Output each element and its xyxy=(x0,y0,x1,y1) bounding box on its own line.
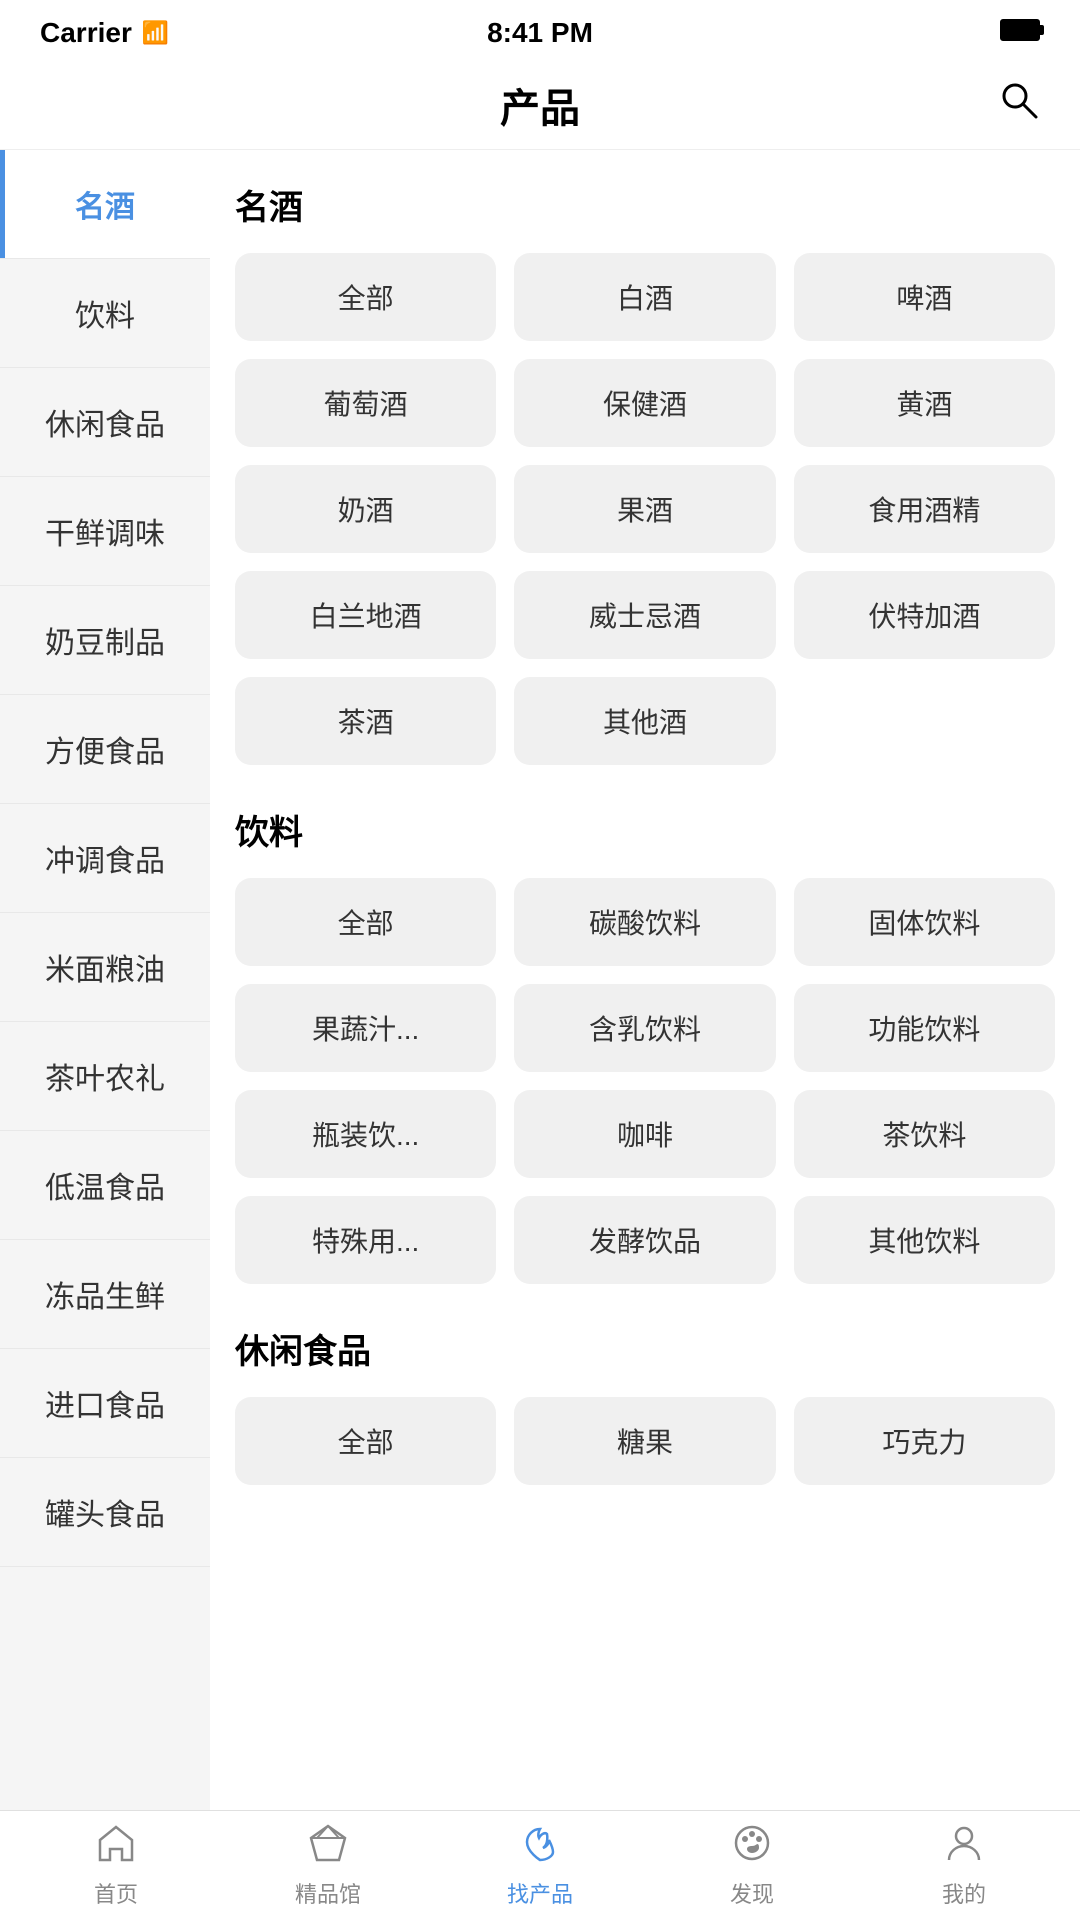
tag-qitayinliao[interactable]: 其他饮料 xyxy=(794,1196,1055,1284)
tag-qitajiu[interactable]: 其他酒 xyxy=(514,677,775,765)
sidebar-item-dongpin[interactable]: 冻品生鲜 xyxy=(0,1240,210,1349)
tag-gongneng[interactable]: 功能饮料 xyxy=(794,984,1055,1072)
home-icon xyxy=(95,1822,137,1871)
tags-grid-mingjiu: 全部 白酒 啤酒 葡萄酒 保健酒 黄酒 奶酒 果酒 食用酒精 白兰地酒 威士忌酒… xyxy=(235,253,1055,765)
content-area: 名酒 全部 白酒 啤酒 葡萄酒 保健酒 黄酒 奶酒 果酒 食用酒精 白兰地酒 威… xyxy=(210,150,1080,1810)
tab-mine[interactable]: 我的 xyxy=(858,1822,1070,1909)
tag-chayinliao[interactable]: 茶饮料 xyxy=(794,1090,1055,1178)
tag-qiaokeli[interactable]: 巧克力 xyxy=(794,1397,1055,1485)
tag-huangjiu[interactable]: 黄酒 xyxy=(794,359,1055,447)
tag-futejia[interactable]: 伏特加酒 xyxy=(794,571,1055,659)
tag-putaojiu[interactable]: 葡萄酒 xyxy=(235,359,496,447)
tab-home[interactable]: 首页 xyxy=(10,1822,222,1909)
tag-bailandi[interactable]: 白兰地酒 xyxy=(235,571,496,659)
category-title-xiuxian: 休闲食品 xyxy=(235,1324,1055,1373)
tag-teshu[interactable]: 特殊用... xyxy=(235,1196,496,1284)
tag-chajiu[interactable]: 茶酒 xyxy=(235,677,496,765)
tag-baijiu[interactable]: 白酒 xyxy=(514,253,775,341)
category-title-mingjiu: 名酒 xyxy=(235,180,1055,229)
tab-boutique[interactable]: 精品馆 xyxy=(222,1822,434,1909)
tag-guojiu[interactable]: 果酒 xyxy=(514,465,775,553)
sidebar-item-chaye[interactable]: 茶叶农礼 xyxy=(0,1022,210,1131)
tag-yinliao-quanbu[interactable]: 全部 xyxy=(235,878,496,966)
sidebar-item-mimian[interactable]: 米面粮油 xyxy=(0,913,210,1022)
sidebar-item-naidou[interactable]: 奶豆制品 xyxy=(0,586,210,695)
sidebar-item-diwen[interactable]: 低温食品 xyxy=(0,1131,210,1240)
tag-pinzhuang[interactable]: 瓶装饮... xyxy=(235,1090,496,1178)
status-time: 8:41 PM xyxy=(487,17,593,49)
tab-boutique-label: 精品馆 xyxy=(295,1877,361,1909)
sidebar-item-mingjiu[interactable]: 名酒 xyxy=(0,150,210,259)
tag-baojian[interactable]: 保健酒 xyxy=(514,359,775,447)
tag-pijiu[interactable]: 啤酒 xyxy=(794,253,1055,341)
sidebar-item-ganxian[interactable]: 干鲜调味 xyxy=(0,477,210,586)
sidebar: 名酒 饮料 休闲食品 干鲜调味 奶豆制品 方便食品 冲调食品 米面粮油 茶叶农礼… xyxy=(0,150,210,1810)
tag-fajiao[interactable]: 发酵饮品 xyxy=(514,1196,775,1284)
tab-bar: 首页 精品馆 找产品 xyxy=(0,1810,1080,1920)
diamond-icon xyxy=(307,1822,349,1871)
tag-tansuanyinliao[interactable]: 碳酸饮料 xyxy=(514,878,775,966)
category-yinliao: 饮料 全部 碳酸饮料 固体饮料 果蔬汁... 含乳饮料 功能饮料 瓶装饮... … xyxy=(235,805,1055,1284)
tab-mine-label: 我的 xyxy=(942,1877,986,1909)
wifi-icon: 📶 xyxy=(142,20,169,46)
sidebar-item-guantou[interactable]: 罐头食品 xyxy=(0,1458,210,1567)
person-icon xyxy=(943,1822,985,1871)
tab-home-label: 首页 xyxy=(94,1877,138,1909)
sidebar-item-xiuxian[interactable]: 休闲食品 xyxy=(0,368,210,477)
tag-guti[interactable]: 固体饮料 xyxy=(794,878,1055,966)
tag-xiuxian-quanbu[interactable]: 全部 xyxy=(235,1397,496,1485)
tags-grid-yinliao: 全部 碳酸饮料 固体饮料 果蔬汁... 含乳饮料 功能饮料 瓶装饮... 咖啡 … xyxy=(235,878,1055,1284)
sidebar-item-fangbian[interactable]: 方便食品 xyxy=(0,695,210,804)
tag-quanbu[interactable]: 全部 xyxy=(235,253,496,341)
page-title: 产品 xyxy=(500,76,580,134)
fire-icon xyxy=(519,1822,561,1871)
sidebar-item-chongtiao[interactable]: 冲调食品 xyxy=(0,804,210,913)
tab-discover[interactable]: 发现 xyxy=(646,1822,858,1909)
status-bar: Carrier 📶 8:41 PM xyxy=(0,0,1080,60)
tag-guoshuzhi[interactable]: 果蔬汁... xyxy=(235,984,496,1072)
tags-grid-xiuxian: 全部 糖果 巧克力 xyxy=(235,1397,1055,1485)
battery-icon xyxy=(1000,19,1040,48)
tag-weishiji[interactable]: 威士忌酒 xyxy=(514,571,775,659)
tab-products[interactable]: 找产品 xyxy=(434,1822,646,1909)
sidebar-item-jinkou[interactable]: 进口食品 xyxy=(0,1349,210,1458)
sidebar-item-yinliao[interactable]: 饮料 xyxy=(0,259,210,368)
tag-tangguo[interactable]: 糖果 xyxy=(514,1397,775,1485)
tag-kafei[interactable]: 咖啡 xyxy=(514,1090,775,1178)
category-xiuxian: 休闲食品 全部 糖果 巧克力 xyxy=(235,1324,1055,1485)
tag-naijiu[interactable]: 奶酒 xyxy=(235,465,496,553)
tag-shiyong[interactable]: 食用酒精 xyxy=(794,465,1055,553)
category-mingjiu: 名酒 全部 白酒 啤酒 葡萄酒 保健酒 黄酒 奶酒 果酒 食用酒精 白兰地酒 威… xyxy=(235,180,1055,765)
tag-hanru[interactable]: 含乳饮料 xyxy=(514,984,775,1072)
category-title-yinliao: 饮料 xyxy=(235,805,1055,854)
palette-icon xyxy=(731,1822,773,1871)
search-button[interactable] xyxy=(996,77,1040,132)
header: 产品 xyxy=(0,60,1080,150)
tab-discover-label: 发现 xyxy=(730,1877,774,1909)
status-carrier: Carrier 📶 xyxy=(40,17,169,49)
main-content: 名酒 饮料 休闲食品 干鲜调味 奶豆制品 方便食品 冲调食品 米面粮油 茶叶农礼… xyxy=(0,150,1080,1810)
tab-products-label: 找产品 xyxy=(507,1877,573,1909)
